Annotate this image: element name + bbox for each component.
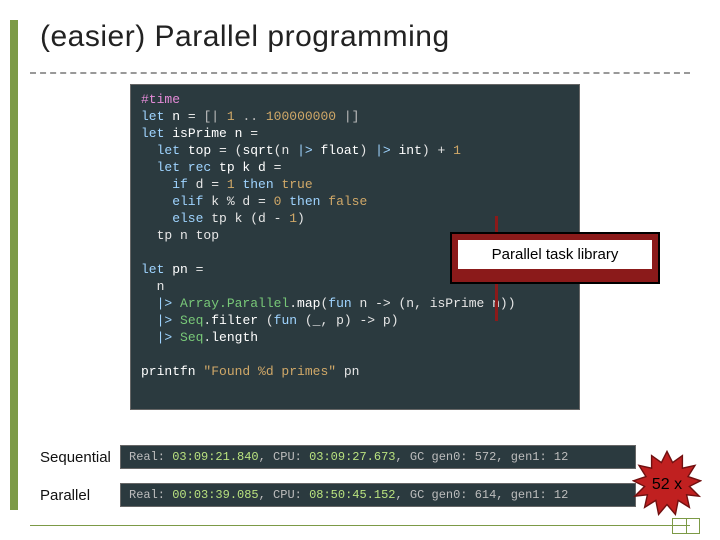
code-line: let n = [| 1 .. 100000000 |] bbox=[141, 108, 569, 125]
footer-divider bbox=[30, 525, 690, 526]
accent-bar bbox=[10, 20, 18, 510]
code-line: |> Array.Parallel.map(fun n -> (n, isPri… bbox=[141, 295, 569, 312]
page-number-box bbox=[672, 518, 700, 534]
code-line: |> Seq.length bbox=[141, 329, 569, 346]
code-line: printfn "Found %d primes" pn bbox=[141, 363, 569, 380]
timing-parallel: Real: 00:03:39.085, CPU: 08:50:45.152, G… bbox=[120, 483, 636, 507]
code-line: if d = 1 then true bbox=[141, 176, 569, 193]
code-blank-line bbox=[141, 346, 569, 363]
code-line: let isPrime n = bbox=[141, 125, 569, 142]
code-line: #time bbox=[141, 92, 180, 107]
title-divider bbox=[30, 72, 690, 74]
timing-sequential: Real: 03:09:21.840, CPU: 03:09:27.673, G… bbox=[120, 445, 636, 469]
code-line: let rec tp k d = bbox=[141, 159, 569, 176]
slide-title: (easier) Parallel programming bbox=[40, 20, 450, 54]
code-line: |> Seq.filter (fun (_, p) -> p) bbox=[141, 312, 569, 329]
code-line: elif k % d = 0 then false bbox=[141, 193, 569, 210]
slide: (easier) Parallel programming #time let … bbox=[0, 0, 720, 540]
code-line: let top = (sqrt(n |> float) |> int) + 1 bbox=[141, 142, 569, 159]
annotation-label: Parallel task library bbox=[458, 240, 652, 269]
label-sequential: Sequential bbox=[40, 449, 111, 466]
annotation-callout: Parallel task library bbox=[450, 232, 660, 284]
speedup-starburst: 52 x bbox=[632, 450, 702, 520]
code-line: else tp k (d - 1) bbox=[141, 210, 569, 227]
speedup-value: 52 x bbox=[632, 450, 702, 520]
label-parallel: Parallel bbox=[40, 487, 90, 504]
